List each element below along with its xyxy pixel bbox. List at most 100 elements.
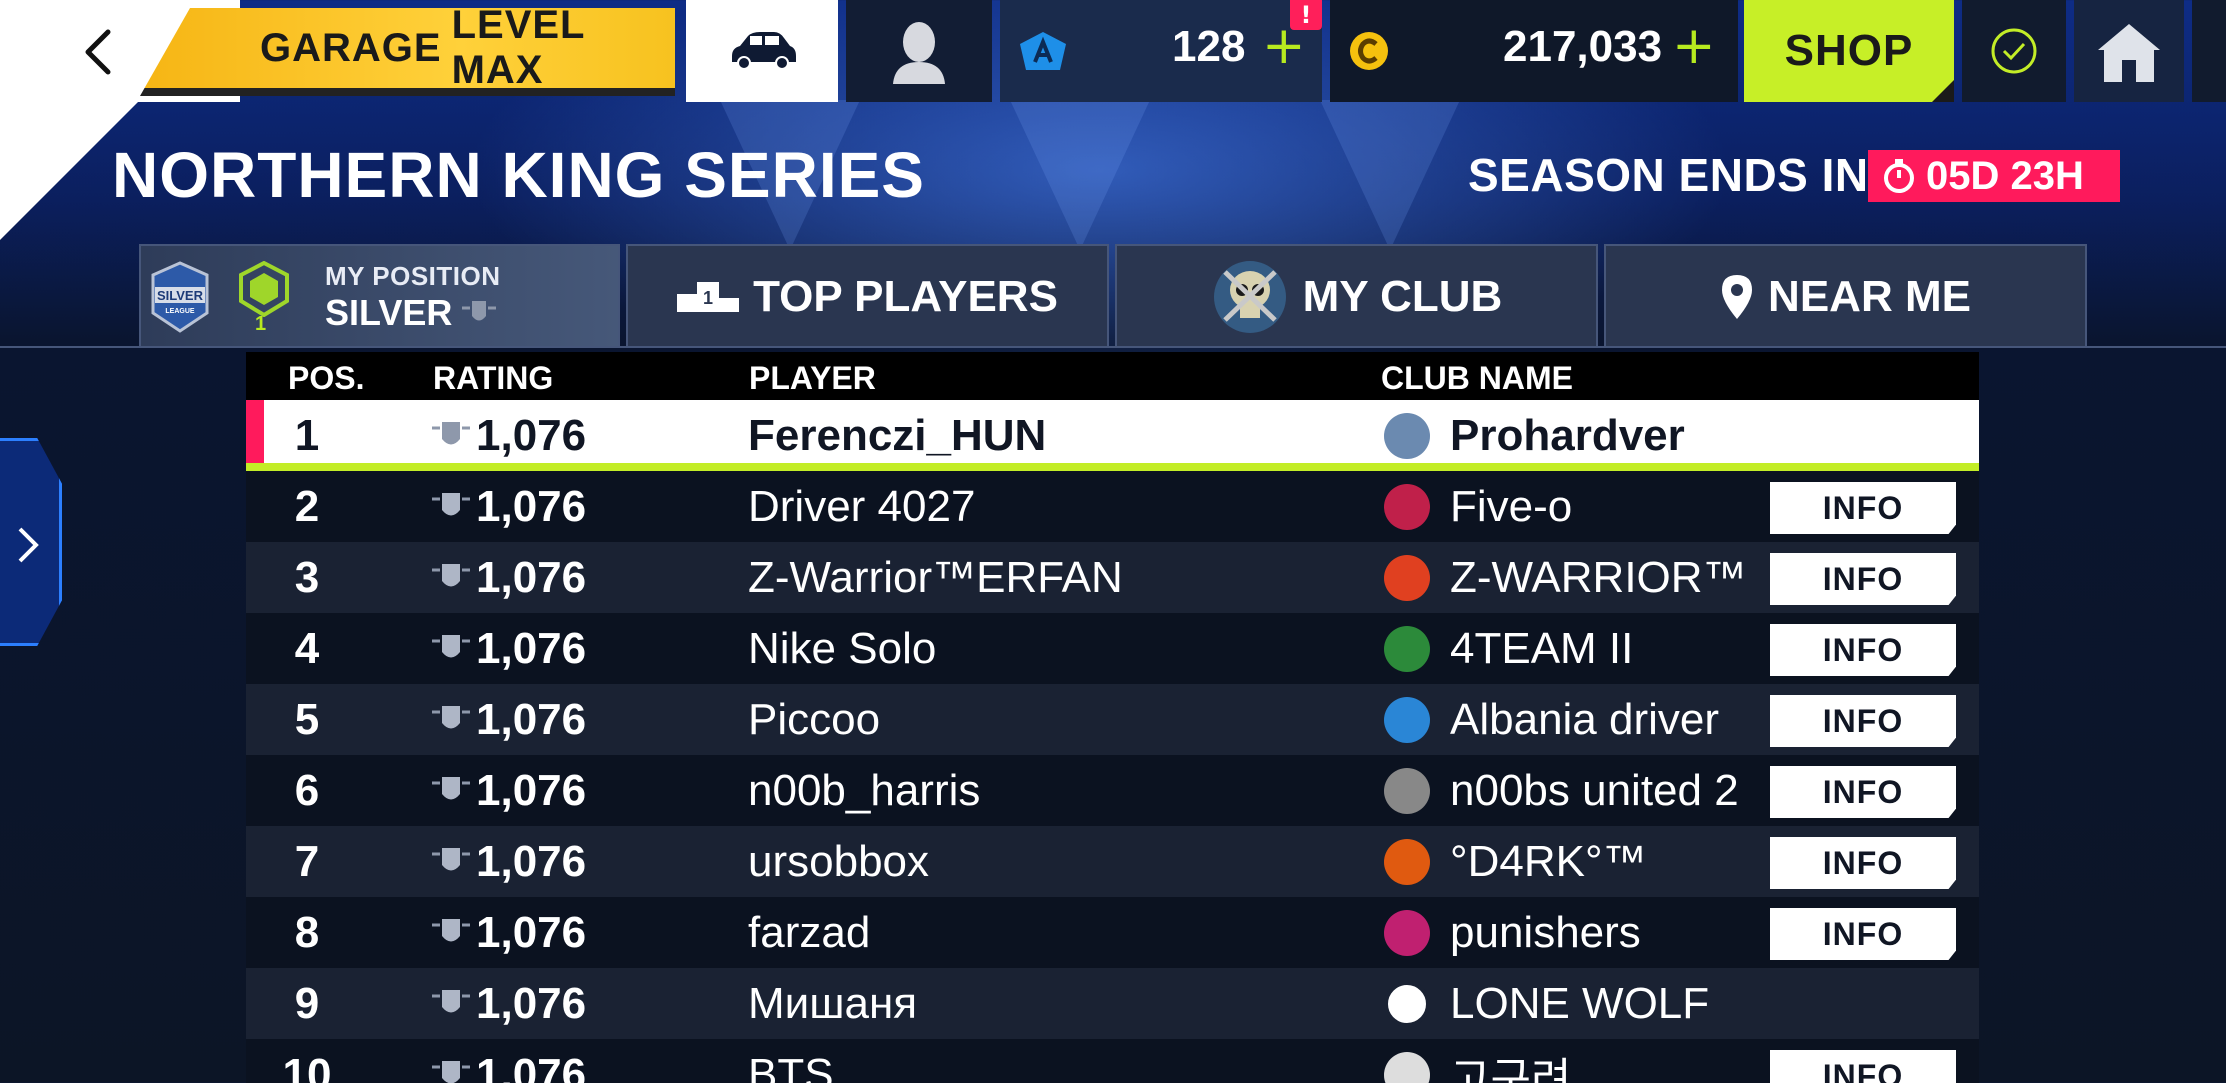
info-button[interactable]: INFO xyxy=(1770,553,1956,605)
tab-near-me[interactable]: NEAR ME xyxy=(1604,244,2087,348)
row-rating-value: 1,076 xyxy=(476,836,587,886)
row-position: 10 xyxy=(282,1049,332,1083)
rating-shield-icon xyxy=(432,421,470,444)
club-emblem-icon xyxy=(1384,412,1430,459)
row-position: 3 xyxy=(294,552,320,602)
table-row[interactable]: 8 1,076 farzad punishers INFO xyxy=(246,897,1979,968)
stopwatch-icon xyxy=(1884,159,1914,193)
info-button[interactable]: INFO xyxy=(1770,695,1956,747)
garage-level-value: LEVEL MAX xyxy=(451,3,585,92)
tab-my-position[interactable]: SILVER LEAGUE 1 MY POSITION SILVER xyxy=(139,244,620,348)
info-button[interactable]: INFO xyxy=(1770,908,1956,960)
rating-shield-icon xyxy=(432,918,470,941)
header-pos: POS. xyxy=(288,360,365,396)
row-rating: 1,076 xyxy=(430,613,586,684)
row-club-name: n00bs united 2 xyxy=(1450,765,1739,815)
row-club-name: Z-WARRIOR™ xyxy=(1450,552,1747,602)
row-position: 7 xyxy=(294,836,320,886)
row-rating-value: 1,076 xyxy=(476,765,587,815)
chevron-right-icon xyxy=(18,527,39,563)
row-club-name: 4TEAM II xyxy=(1450,623,1634,673)
row-rating-value: 1,076 xyxy=(476,1049,587,1083)
row-position: 5 xyxy=(294,694,320,744)
table-row[interactable]: 7 1,076 ursobbox °D4RK°™ INFO xyxy=(246,826,1979,897)
gems-counter[interactable]: 128 + xyxy=(1000,0,1322,102)
coins-amount: 217,033 xyxy=(1503,22,1663,71)
club-emblem-icon xyxy=(1384,767,1430,814)
rank-emblem: 1 xyxy=(237,260,293,335)
row-rating-value: 1,076 xyxy=(476,978,587,1028)
row-player-name: Ferenczi_HUN xyxy=(748,410,1047,460)
rating-shield-icon xyxy=(432,563,470,586)
tab-my-club-label: MY CLUB xyxy=(1302,272,1503,321)
row-player-name: Мишаня xyxy=(748,978,918,1028)
tab-my-club[interactable]: MY CLUB xyxy=(1115,244,1598,348)
row-rating-value: 1,076 xyxy=(476,907,587,957)
row-rating-value: 1,076 xyxy=(476,694,587,744)
row-club-emblem xyxy=(1384,542,1430,613)
row-rating: 1,076 xyxy=(430,755,586,826)
location-pin-icon xyxy=(1722,275,1753,319)
checkmark-icon xyxy=(1991,28,2037,74)
home-button[interactable] xyxy=(2074,0,2184,102)
row-club-name: LONE WOLF xyxy=(1450,978,1710,1028)
table-row[interactable]: 3 1,076 Z-Warrior™ERFAN Z-WARRIOR™ INFO xyxy=(246,542,1979,613)
silver-league-badge-icon: SILVER LEAGUE xyxy=(151,261,209,333)
row-position: 8 xyxy=(294,907,320,957)
garage-level-button[interactable]: GARAGE LEVEL MAX xyxy=(140,8,675,96)
header-player: PLAYER xyxy=(749,360,876,396)
garage-car-button[interactable] xyxy=(686,0,838,102)
row-player-name: farzad xyxy=(748,907,871,957)
tab-top-players[interactable]: 1 TOP PLAYERS xyxy=(626,244,1109,348)
row-position: 2 xyxy=(294,481,320,531)
row-club-emblem xyxy=(1384,400,1430,471)
profile-button[interactable] xyxy=(846,0,992,102)
row-rating: 1,076 xyxy=(430,826,586,897)
tabs-divider xyxy=(0,346,2226,348)
side-expand-button[interactable] xyxy=(0,438,62,646)
row-rating-value: 1,076 xyxy=(476,623,587,673)
leaderboard-table: POS. RATING PLAYER CLUB NAME 1 1,076 Feren… xyxy=(246,352,1979,1083)
info-button[interactable]: INFO xyxy=(1770,1050,1956,1083)
season-timer-value: 05D 23H xyxy=(1926,153,2084,198)
row-player-name: Z-Warrior™ERFAN xyxy=(748,552,1123,602)
gems-amount: 128 xyxy=(1172,22,1246,71)
table-row[interactable]: 2 1,076 Driver 4027 Five-o INFO xyxy=(246,471,1979,542)
gems-alert-badge: ! xyxy=(1290,0,1322,30)
row-club-name: punishers xyxy=(1450,907,1641,957)
row-club-emblem xyxy=(1384,826,1430,897)
rating-shield-icon xyxy=(432,989,470,1012)
info-button[interactable]: INFO xyxy=(1770,837,1956,889)
row-club-name: Albania driver xyxy=(1450,694,1720,744)
row-rating-value: 1,076 xyxy=(476,552,587,602)
back-button[interactable] xyxy=(70,22,130,82)
row-rating: 1,076 xyxy=(430,897,586,968)
info-button[interactable]: INFO xyxy=(1770,624,1956,676)
add-coins-button[interactable]: + xyxy=(1672,20,1716,72)
row-club-emblem xyxy=(1384,1039,1430,1083)
rating-shield-icon xyxy=(432,776,470,799)
svg-text:SILVER: SILVER xyxy=(157,288,204,303)
table-row[interactable]: 1 1,076 Ferenczi_HUN Prohardver xyxy=(246,400,1979,471)
menu-edge-tile xyxy=(2192,0,2226,102)
row-position: 1 xyxy=(294,410,320,460)
table-body: 1 1,076 Ferenczi_HUN Prohardver 2 1,076 Driver… xyxy=(246,400,1979,1083)
table-row[interactable]: 10 1,076 BTS 고구려 INFO xyxy=(246,1039,1979,1083)
table-row[interactable]: 4 1,076 Nike Solo 4TEAM II INFO xyxy=(246,613,1979,684)
table-row[interactable]: 9 1,076 Мишаня LONE WOLF xyxy=(246,968,1979,1039)
row-position: 4 xyxy=(294,623,320,673)
table-row[interactable]: 6 1,076 n00b_harris n00bs united 2 INFO xyxy=(246,755,1979,826)
row-player-name: Driver 4027 xyxy=(748,481,976,531)
home-icon xyxy=(2098,24,2160,82)
club-emblem-icon xyxy=(1384,483,1430,530)
coins-counter[interactable]: 217,033 + xyxy=(1330,0,1738,102)
info-button[interactable]: INFO xyxy=(1770,766,1956,818)
row-club-name: °D4RK°™ xyxy=(1450,836,1647,886)
row-rating: 1,076 xyxy=(430,471,586,542)
table-row[interactable]: 5 1,076 Piccoo Albania driver INFO xyxy=(246,684,1979,755)
shop-button[interactable]: SHOP xyxy=(1744,0,1954,102)
row-player-name: ursobbox xyxy=(748,836,930,886)
club-emblem-icon xyxy=(1384,696,1430,743)
checklist-button[interactable] xyxy=(1962,0,2066,102)
info-button[interactable]: INFO xyxy=(1770,482,1956,534)
